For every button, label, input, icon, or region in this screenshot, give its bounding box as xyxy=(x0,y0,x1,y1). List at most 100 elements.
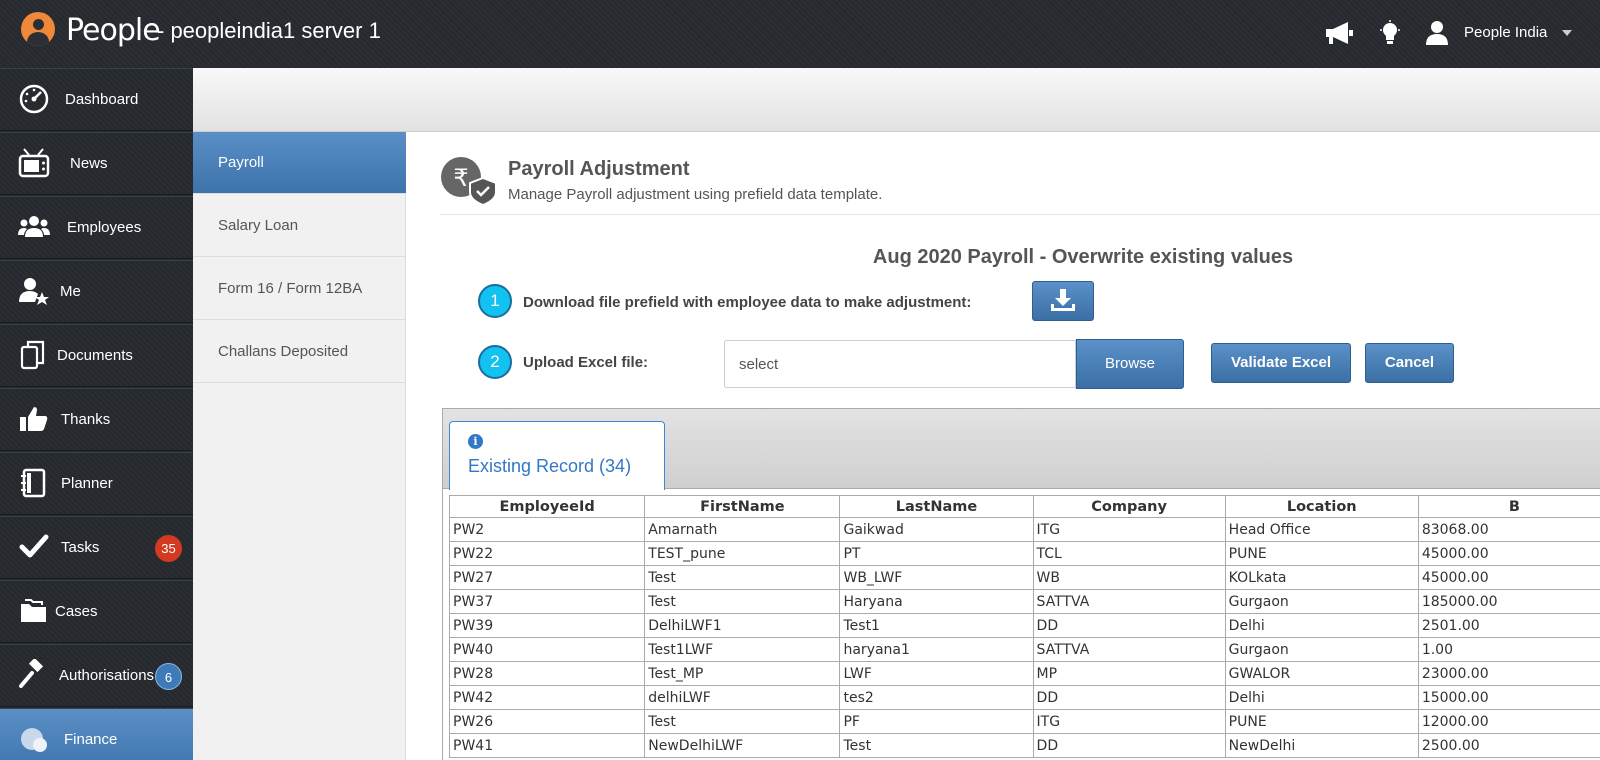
subnav-item-label: Form 16 / Form 12BA xyxy=(218,280,363,297)
download-icon xyxy=(1051,289,1075,311)
panel-tab-bar: i Existing Record (34) xyxy=(443,409,1600,490)
table-cell: PW28 xyxy=(448,661,646,686)
user-icon[interactable] xyxy=(1425,20,1449,46)
table-row[interactable]: PW41 NewDelhiLWF Test DD NewDelhi 2500.00 xyxy=(448,733,1600,758)
table-row[interactable]: PW39 DelhiLWF1 Test1 DD Delhi 2501.00 xyxy=(448,613,1600,638)
table-cell: Test xyxy=(644,565,841,590)
table-row[interactable]: PW2 Amarnath Gaikwad ITG Head Office 83068.00 xyxy=(448,517,1600,542)
table-cell: 12000.00 xyxy=(1417,709,1600,734)
sidebar-item-tasks[interactable]: Tasks 35 xyxy=(0,516,193,579)
table-cell: 45000.00 xyxy=(1417,541,1600,566)
table-cell: Gurgaon xyxy=(1224,637,1419,662)
step-2-label: Upload Excel file: xyxy=(523,354,649,371)
subnav-item-form16[interactable]: Form 16 / Form 12BA xyxy=(193,258,406,320)
table-row[interactable]: PW26 Test PF ITG PUNE 12000.00 xyxy=(448,709,1600,734)
brand-name[interactable]: People xyxy=(66,13,161,48)
check-icon xyxy=(19,534,49,558)
user-menu-name[interactable]: People India xyxy=(1464,24,1547,41)
authorisations-count-badge: 6 xyxy=(155,663,182,690)
documents-icon xyxy=(20,340,45,370)
sidebar-item-dashboard[interactable]: Dashboard xyxy=(0,68,193,131)
table-cell: Gaikwad xyxy=(839,517,1034,542)
download-template-button[interactable] xyxy=(1032,281,1094,321)
sidebar-item-label: Thanks xyxy=(61,411,111,428)
tv-icon xyxy=(18,148,50,178)
column-header[interactable]: Location xyxy=(1224,495,1419,518)
sidebar-item-label: Finance xyxy=(64,731,118,748)
table-cell: GWALOR xyxy=(1224,661,1419,686)
rupee-shield-icon: ₹ xyxy=(441,157,497,206)
subnav-item-payroll[interactable]: Payroll xyxy=(193,132,406,194)
cancel-button[interactable]: Cancel xyxy=(1365,343,1454,383)
subnav-item-challans[interactable]: Challans Deposited xyxy=(193,321,406,383)
table-cell: haryana1 xyxy=(839,637,1034,662)
table-cell: 1.00 xyxy=(1417,637,1600,662)
table-cell: LWF xyxy=(839,661,1034,686)
table-cell: Test1 xyxy=(839,613,1034,638)
sidebar-item-news[interactable]: News xyxy=(0,132,193,195)
main-content: ₹ Payroll Adjustment Manage Payroll adju… xyxy=(406,132,1600,760)
column-header[interactable]: LastName xyxy=(839,495,1034,518)
sidebar-item-label: Cases xyxy=(55,603,98,620)
table-cell: PF xyxy=(839,709,1034,734)
planner-icon xyxy=(21,468,46,498)
people-logo-icon[interactable] xyxy=(21,12,55,46)
finance-subnav: Payroll Salary Loan Form 16 / Form 12BA … xyxy=(193,132,406,760)
table-row[interactable]: PW40 Test1LWF haryana1 SATTVA Gurgaon 1.00 xyxy=(448,637,1600,662)
step-2-badge: 2 xyxy=(478,345,512,379)
tab-existing-record[interactable]: i Existing Record (34) xyxy=(449,421,665,490)
subnav-item-label: Payroll xyxy=(218,154,264,171)
sidebar-item-label: Planner xyxy=(61,475,113,492)
table-row[interactable]: PW22 TEST_pune PT TCL PUNE 45000.00 xyxy=(448,541,1600,566)
table-cell: Test1LWF xyxy=(644,637,841,662)
content-header-strip xyxy=(193,68,1600,132)
sidebar-item-cases[interactable]: Cases xyxy=(0,580,193,643)
column-header[interactable]: FirstName xyxy=(644,495,841,518)
table-cell: Amarnath xyxy=(644,517,841,542)
svg-text:₹: ₹ xyxy=(453,164,468,192)
table-cell: Test xyxy=(839,733,1034,758)
table-cell: tes2 xyxy=(839,685,1034,710)
table-cell: PW27 xyxy=(448,565,646,590)
table-cell: WB_LWF xyxy=(839,565,1034,590)
sidebar-item-authorisations[interactable]: Authorisations 6 xyxy=(0,644,193,707)
step-1-badge: 1 xyxy=(478,284,512,318)
sidebar-item-employees[interactable]: Employees xyxy=(0,196,193,259)
table-cell: Test_MP xyxy=(644,661,841,686)
subnav-item-label: Salary Loan xyxy=(218,217,299,234)
folder-icon xyxy=(21,599,46,622)
sidebar-item-documents[interactable]: Documents xyxy=(0,324,193,387)
speedometer-icon xyxy=(19,84,49,114)
table-row[interactable]: PW27 Test WB_LWF WB KOLkata 45000.00 xyxy=(448,565,1600,590)
page-title: Payroll Adjustment xyxy=(508,158,690,180)
lightbulb-icon[interactable] xyxy=(1379,20,1401,46)
records-panel: i Existing Record (34) EmployeeId FirstN… xyxy=(442,408,1600,760)
caret-down-icon[interactable] xyxy=(1562,30,1572,36)
column-header[interactable]: B xyxy=(1417,495,1600,518)
table-row[interactable]: PW37 Test Haryana SATTVA Gurgaon 185000.00 xyxy=(448,589,1600,614)
table-cell: delhiLWF xyxy=(644,685,841,710)
payroll-period-heading: Aug 2020 Payroll - Overwrite existing va… xyxy=(872,246,1294,268)
table-cell: Test xyxy=(644,589,841,614)
table-cell: 23000.00 xyxy=(1417,661,1600,686)
table-cell: Haryana xyxy=(839,589,1034,614)
sidebar-item-finance[interactable]: Finance xyxy=(0,708,193,760)
subnav-item-salary-loan[interactable]: Salary Loan xyxy=(193,195,406,257)
table-cell: Delhi xyxy=(1224,613,1419,638)
table-row[interactable]: PW42 delhiLWF tes2 DD Delhi 15000.00 xyxy=(448,685,1600,710)
table-cell: PW40 xyxy=(448,637,646,662)
sidebar-item-thanks[interactable]: Thanks xyxy=(0,388,193,451)
sidebar-item-me[interactable]: Me xyxy=(0,260,193,323)
validate-excel-button[interactable]: Validate Excel xyxy=(1211,343,1351,383)
table-cell: DD xyxy=(1032,685,1226,710)
table-row[interactable]: PW28 Test_MP LWF MP GWALOR 23000.00 xyxy=(448,661,1600,686)
megaphone-icon[interactable] xyxy=(1324,20,1354,46)
browse-button[interactable]: Browse xyxy=(1076,339,1184,389)
sidebar-item-planner[interactable]: Planner xyxy=(0,452,193,515)
column-header[interactable]: EmployeeId xyxy=(448,495,646,518)
column-header[interactable]: Company xyxy=(1032,495,1226,518)
upload-file-input[interactable]: select xyxy=(724,340,1076,388)
table-cell: NewDelhiLWF xyxy=(644,733,841,758)
top-bar: People - peopleindia1 server 1 People In… xyxy=(0,0,1600,68)
table-cell: 15000.00 xyxy=(1417,685,1600,710)
